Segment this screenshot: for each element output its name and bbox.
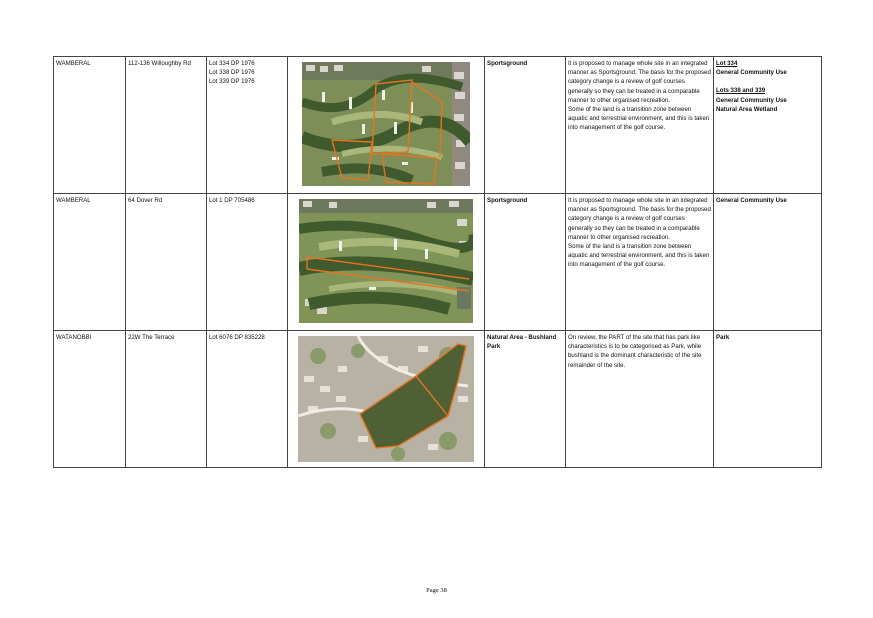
lot-text: Lot 6076 DP 835228 — [209, 334, 265, 341]
table-row: WATANOBBI 22W The Terrace Lot 6076 DP 83… — [53, 330, 822, 468]
lot-text: Lot 1 DP 705486 — [209, 197, 255, 204]
address-cell: 22W The Terrace — [125, 330, 207, 468]
lots-cell: Lot 1 DP 705486 — [206, 193, 288, 331]
category-heading: Lot 334 — [716, 60, 738, 67]
aerial-photo-cell — [287, 330, 485, 468]
category-item: Natural Area Wetland — [716, 105, 778, 113]
category-cell: Park — [713, 330, 822, 468]
category-cell: General Community Use — [713, 193, 822, 331]
land-category-table: WAMBERAL 112-136 Willoughby Rd Lot 334 D… — [53, 56, 822, 468]
address-cell: 112-136 Willoughby Rd — [125, 56, 207, 194]
proposed-category-cell: Sportsground — [484, 193, 566, 331]
comment-text: Some of the land is a transition zone be… — [568, 106, 710, 132]
aerial-photo-bushland — [298, 336, 474, 462]
proposed-category-cell: Sportsground — [484, 56, 566, 194]
locality-cell: WATANOBBI — [53, 330, 126, 468]
proposed-category-cell: Natural Area - Bushland Park — [484, 330, 566, 468]
comment-text: It is proposed to manage whole site in a… — [568, 197, 711, 241]
table-row: WAMBERAL 112-136 Willoughby Rd Lot 334 D… — [53, 56, 822, 194]
comment-text: Some of the land is a transition zone be… — [568, 243, 710, 269]
comment-cell: It is proposed to manage whole site in a… — [565, 193, 714, 331]
comment-text: It is proposed to manage whole site in a… — [568, 60, 711, 104]
locality-cell: WAMBERAL — [53, 56, 126, 194]
aerial-photo-golf-course-1 — [302, 62, 470, 186]
comment-cell: On review, the PART of the site that has… — [565, 330, 714, 468]
lots-cell: Lot 6076 DP 835228 — [206, 330, 288, 468]
lot-text: Lot 338 DP 1976 — [209, 69, 255, 77]
aerial-photo-cell — [287, 56, 485, 194]
category-item: General Community Use — [716, 69, 787, 77]
lot-text: Lot 334 DP 1976 — [209, 60, 255, 67]
lot-text: Lot 339 DP 1976 — [209, 78, 255, 86]
table-row: WAMBERAL 64 Dover Rd Lot 1 DP 705486 Spo… — [53, 193, 822, 331]
lots-cell: Lot 334 DP 1976 Lot 338 DP 1976 Lot 339 … — [206, 56, 288, 194]
category-cell: Lot 334 General Community Use Lots 338 a… — [713, 56, 822, 194]
aerial-photo-golf-course-2 — [299, 199, 473, 323]
locality-cell: WAMBERAL — [53, 193, 126, 331]
comment-cell: It is proposed to manage whole site in a… — [565, 56, 714, 194]
aerial-photo-cell — [287, 193, 485, 331]
address-cell: 64 Dover Rd — [125, 193, 207, 331]
page-number: Page 38 — [426, 587, 447, 594]
category-heading: Lots 338 and 339 — [716, 87, 766, 95]
category-item: General Community Use — [716, 96, 787, 104]
